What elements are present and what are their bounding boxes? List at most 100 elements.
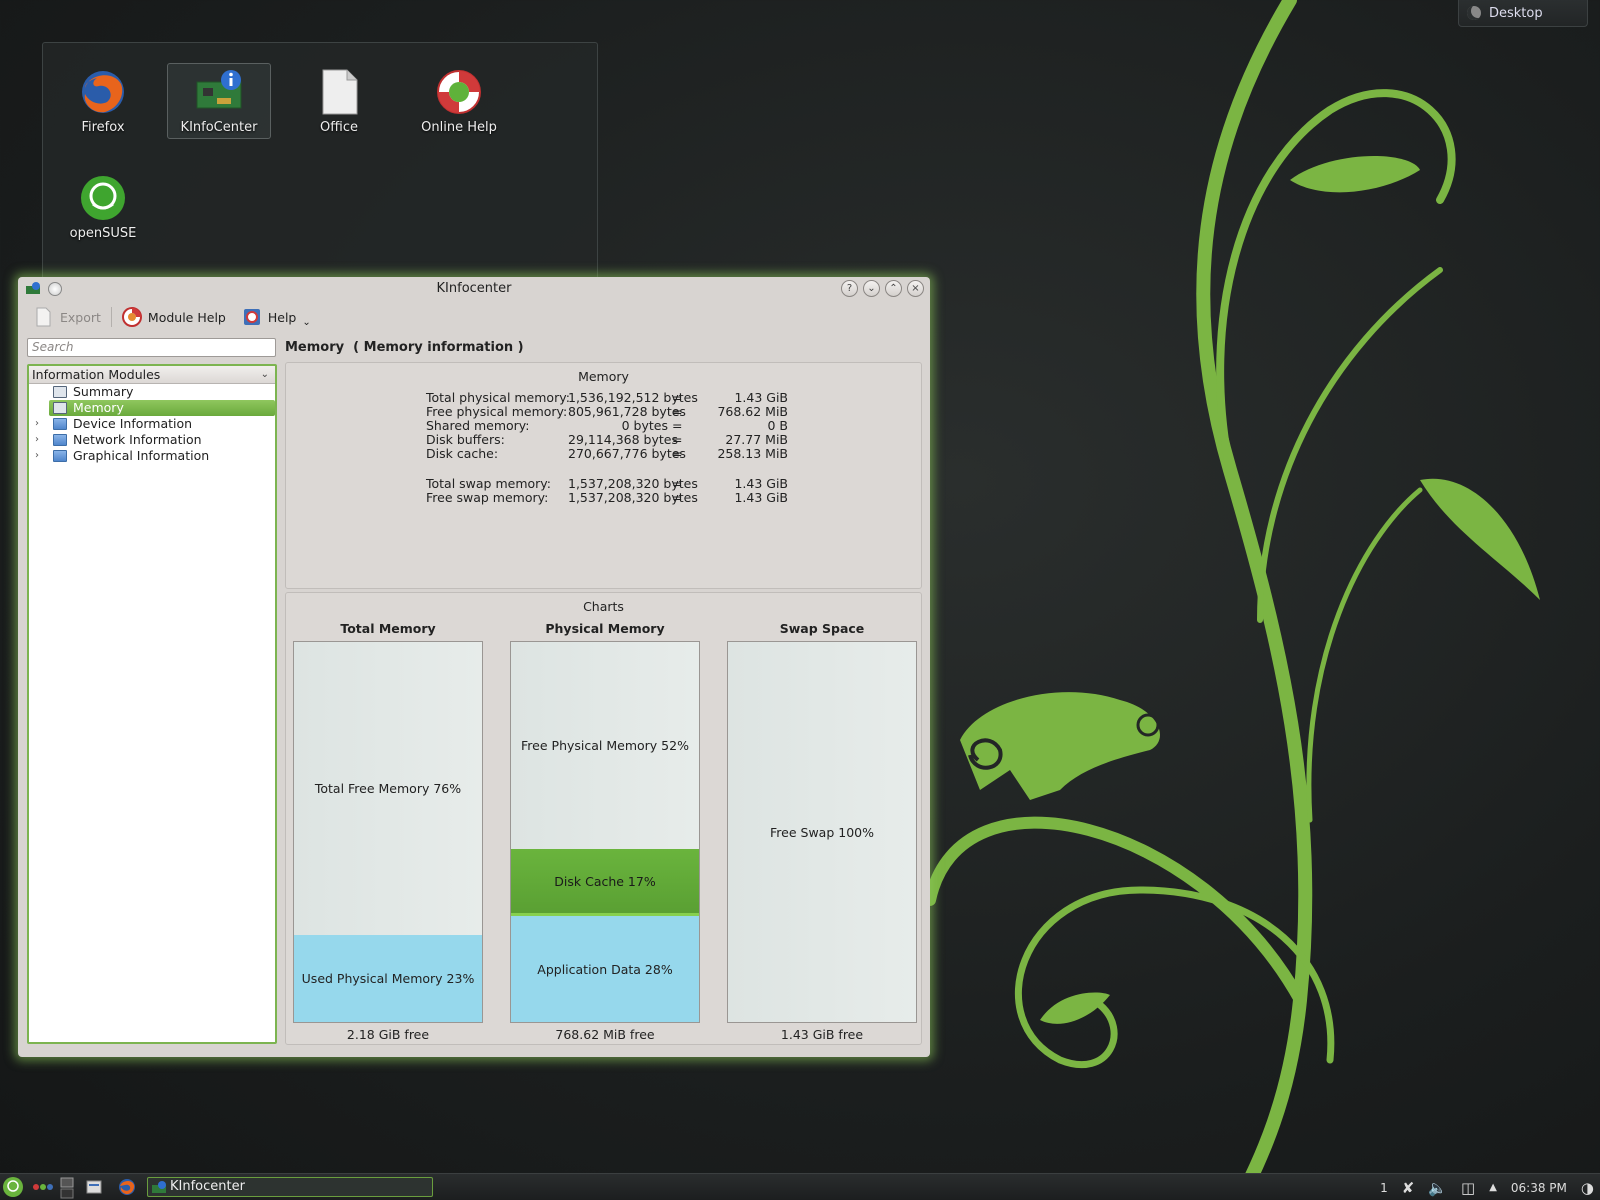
memory-row: Disk buffers: 29,114,368 bytes = 27.77 MiB <box>426 433 788 447</box>
help-title-button[interactable]: ? <box>841 280 858 297</box>
minimize-button[interactable]: ⌄ <box>863 280 880 297</box>
expand-arrow-icon[interactable]: › <box>35 432 39 448</box>
tree-item-memory[interactable]: Memory <box>29 400 275 416</box>
memory-group: Memory Total physical memory: 1,536,192,5… <box>285 362 922 589</box>
chart-footer: 2.18 GiB free <box>346 1027 430 1042</box>
desktop-icon-label: Online Help <box>421 120 497 135</box>
chart-segment-free: Free Swap 100% <box>728 642 916 1022</box>
firefox-icon[interactable] <box>118 1178 136 1196</box>
close-button[interactable]: × <box>907 280 924 297</box>
tree-item-label: Network Information <box>73 432 202 447</box>
main-toolbar: Export Module Help Help ⌄ <box>26 302 319 332</box>
chart-segment-free: Total Free Memory 76% <box>294 642 482 935</box>
tree-item-label: Memory <box>73 400 124 415</box>
memory-key: Shared memory: <box>426 418 530 433</box>
memory-bytes: 270,667,776 bytes <box>568 446 686 461</box>
charts-group: Charts Total Memory Total Free Memory 76… <box>285 592 922 1045</box>
tree-item-label: Graphical Information <box>73 448 210 463</box>
memory-value: 1.43 GiB <box>734 476 788 491</box>
chart-physical-memory: Physical Memory Free Physical Memory 52%… <box>510 621 700 1042</box>
pin-button[interactable] <box>48 282 62 296</box>
lifebuoy-icon <box>121 307 142 327</box>
memory-key: Free physical memory: <box>426 404 568 419</box>
window-titlebar[interactable]: KInfocenter ? ⌄ ⌃ × <box>18 277 930 301</box>
swap-row: Total swap memory: 1,537,208,320 bytes = 1.… <box>426 477 788 491</box>
chart-bar: Free Physical Memory 52% Disk Cache 17% Ap… <box>510 641 700 1023</box>
export-button[interactable]: Export <box>26 303 109 331</box>
maximize-button[interactable]: ⌃ <box>885 280 902 297</box>
clock[interactable]: 06:38 PM <box>1511 1181 1567 1195</box>
memory-row: Disk cache: 270,667,776 bytes = 258.13 MiB <box>426 447 788 461</box>
chart-segment-used: Application Data 28% <box>511 916 699 1022</box>
help-book-icon <box>243 309 260 325</box>
equals-sign: = <box>672 404 683 419</box>
task-kinfocenter[interactable]: KInfocenter <box>147 1177 433 1197</box>
desktop-button-label: Desktop <box>1489 5 1543 21</box>
memory-value: 1.43 GiB <box>734 490 788 505</box>
memory-bytes: 805,961,728 bytes <box>568 404 686 419</box>
memory-key: Free swap memory: <box>426 490 549 505</box>
swap-row: Free swap memory: 1,537,208,320 bytes = 1.4… <box>426 491 788 505</box>
desktop-icon-opensuse[interactable]: openSUSE <box>51 169 155 245</box>
expand-arrow-icon[interactable]: › <box>35 416 39 432</box>
application-launcher-icon[interactable] <box>2 1176 24 1198</box>
firefox-icon <box>79 68 127 116</box>
desktop-number[interactable]: 1 <box>1380 1181 1388 1195</box>
equals-sign: = <box>672 490 683 505</box>
memory-value: 27.77 MiB <box>725 432 788 447</box>
memory-row: Shared memory: 0 bytes = 0 B <box>426 419 788 433</box>
memory-key: Disk buffers: <box>426 432 505 447</box>
chart-segment-cache: Disk Cache 17% <box>511 849 699 916</box>
chart-footer: 1.43 GiB free <box>780 1027 864 1042</box>
tree-item-summary[interactable]: Summary <box>29 384 275 400</box>
memory-group-title: Memory <box>578 369 629 384</box>
volume-icon[interactable]: 🔈 <box>1428 1179 1447 1197</box>
help-menu-button[interactable]: Help ⌄ <box>234 303 319 331</box>
module-help-label: Module Help <box>147 309 226 325</box>
equals-sign: = <box>672 446 683 461</box>
chart-segment-used: Used Physical Memory 23% <box>294 935 482 1022</box>
desktop-icon-label: openSUSE <box>69 226 137 241</box>
memory-table: Total physical memory: 1,536,192,512 byte… <box>426 391 788 505</box>
memory-key: Total swap memory: <box>426 476 551 491</box>
tree-item-network-information[interactable]: › Network Information <box>29 432 275 448</box>
export-label: Export <box>60 309 101 325</box>
dolphin-icon[interactable] <box>86 1179 102 1195</box>
cashew-icon[interactable]: ◑ <box>1581 1179 1594 1197</box>
lifebuoy-icon <box>435 68 483 116</box>
module-help-button[interactable]: Module Help <box>114 303 234 331</box>
expand-arrow-icon[interactable]: › <box>35 448 39 464</box>
folder-icon <box>53 418 67 430</box>
toolbar-separator <box>110 307 112 327</box>
folder-icon <box>53 450 67 462</box>
desktop-icon-firefox[interactable]: Firefox <box>51 63 155 139</box>
kinfocenter-icon <box>195 68 243 116</box>
kinfocenter-small-icon <box>152 1181 166 1193</box>
activities-icon[interactable] <box>32 1182 54 1192</box>
memory-bytes: 1,536,192,512 bytes <box>568 390 698 405</box>
network-icon[interactable]: ◫ <box>1461 1179 1475 1197</box>
desktop-icon-online-help[interactable]: Online Help <box>407 63 511 139</box>
taskbar: KInfocenter 1 ✘ 🔈 ◫ ▲ 06:38 PM ◑ <box>0 1173 1600 1200</box>
search-placeholder: Search <box>32 340 74 354</box>
window-title: KInfocenter <box>436 281 512 296</box>
task-label: KInfocenter <box>170 1179 245 1194</box>
folder-icon <box>53 434 67 446</box>
tree-item-graphical-information[interactable]: › Graphical Information <box>29 448 275 464</box>
export-icon <box>36 307 51 327</box>
tray-expand-icon[interactable]: ▲ <box>1489 1182 1497 1193</box>
document-icon <box>315 68 363 116</box>
tree-item-device-information[interactable]: › Device Information <box>29 416 275 432</box>
pager-icon[interactable] <box>60 1177 74 1199</box>
help-label: Help <box>267 309 297 325</box>
tree-header[interactable]: Information Modules ⌄ <box>29 366 275 384</box>
clipboard-icon[interactable]: ✘ <box>1402 1179 1415 1197</box>
memory-row: Total physical memory: 1,536,192,512 byte… <box>426 391 788 405</box>
desktop-icon-kinfocenter[interactable]: KInfoCenter <box>167 63 271 139</box>
memory-bytes: 1,537,208,320 bytes <box>568 490 698 505</box>
memory-row: Free physical memory: 805,961,728 bytes = 7… <box>426 405 788 419</box>
search-input[interactable]: Search <box>27 338 276 357</box>
folder-view-widget: Firefox KInfoCenter Office Online Help o… <box>42 42 598 280</box>
desktop-icon-office[interactable]: Office <box>287 63 391 139</box>
desktop-toolbox-button[interactable]: Desktop <box>1458 0 1588 27</box>
